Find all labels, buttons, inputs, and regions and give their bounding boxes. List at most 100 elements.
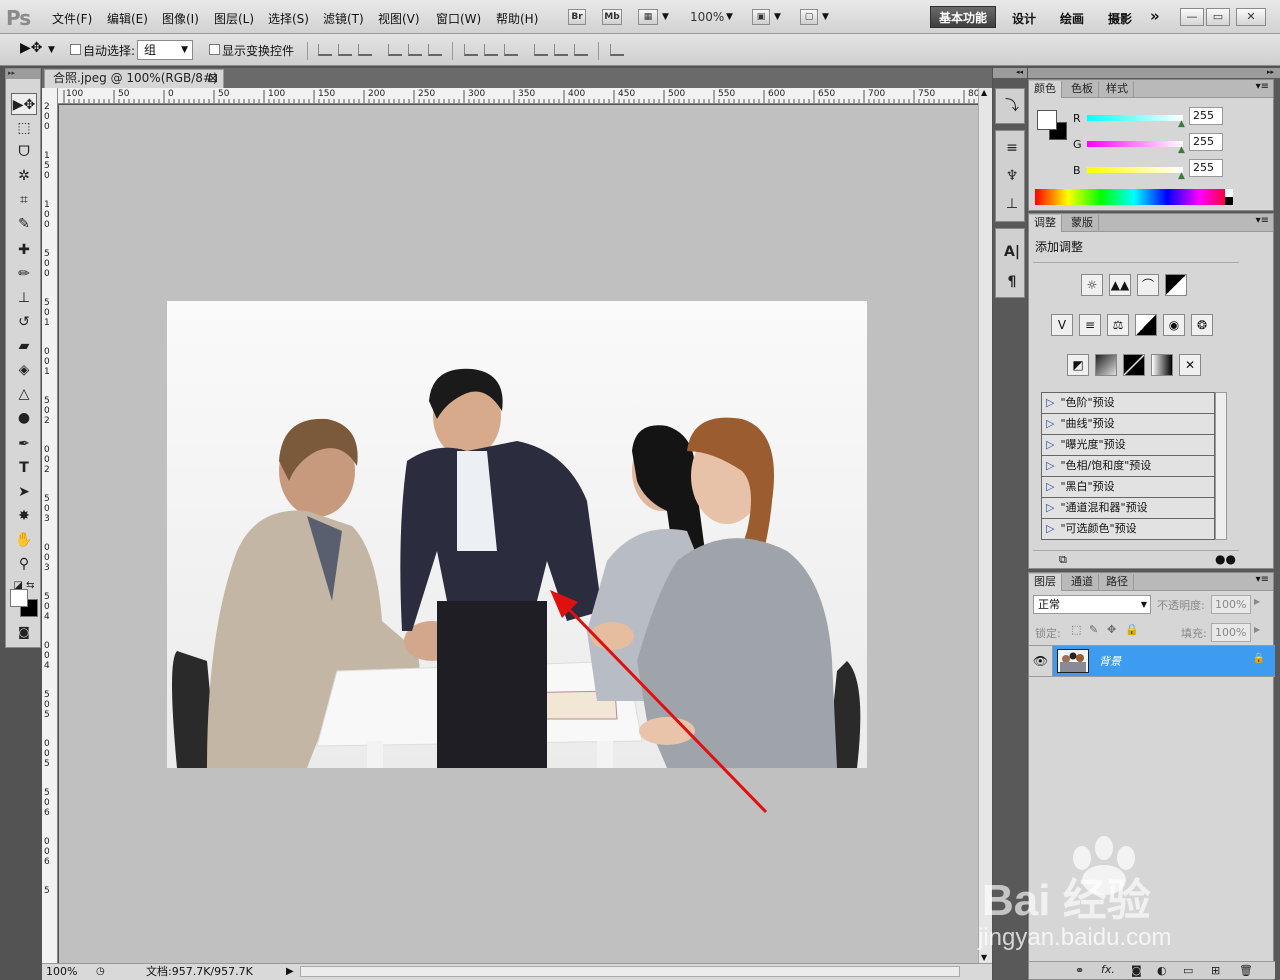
menu-help[interactable]: 帮助(H) (496, 10, 538, 27)
brush-icon[interactable]: ♆ (1003, 167, 1021, 185)
lock-pixels-icon[interactable]: ✎ (1089, 623, 1098, 636)
strip-collapse-icon[interactable]: ◂◂ (993, 68, 1027, 78)
status-info-icon[interactable]: ◷ (96, 964, 105, 979)
screen-mode-icon[interactable]: ▢ (800, 9, 818, 25)
r-value[interactable]: 255 (1189, 107, 1223, 125)
hand-tool-icon[interactable]: ✋ (11, 529, 37, 551)
more-workspaces-icon[interactable]: » (1150, 7, 1160, 25)
brush-tool-icon[interactable]: ✏ (11, 263, 37, 285)
curves-icon[interactable]: ⌒ (1137, 274, 1159, 296)
invert-icon[interactable]: ◩ (1067, 354, 1089, 376)
lock-transparent-icon[interactable]: ⬚ (1071, 623, 1081, 636)
tab-styles[interactable]: 样式 (1101, 81, 1134, 98)
preset-black-white[interactable]: ▷ "黑白"预设 (1041, 477, 1215, 498)
quick-mask-icon[interactable]: ◙ (11, 621, 37, 643)
preset-exposure[interactable]: ▷ "曝光度"预设 (1041, 435, 1215, 456)
tab-channels[interactable]: 通道 (1066, 574, 1099, 591)
arrange-icon[interactable]: ▣ (752, 9, 770, 25)
paragraph-icon[interactable]: ¶ (1003, 273, 1021, 291)
preset-channel-mixer[interactable]: ▷ "通道混和器"预设 (1041, 498, 1215, 519)
tab-layers[interactable]: 图层 (1029, 574, 1062, 591)
distribute-hcenter-icon[interactable] (554, 44, 568, 56)
preset-selective-color[interactable]: ▷ "可选颜色"预设 (1041, 519, 1215, 540)
b-slider-thumb-icon[interactable]: ▲ (1178, 171, 1185, 181)
align-right-icon[interactable] (428, 44, 442, 56)
fx-icon[interactable]: fx. (1101, 963, 1115, 976)
document-tab[interactable]: 合照.jpeg @ 100%(RGB/8#) ⊠ (44, 69, 224, 88)
eye-icon[interactable]: 👁 (1029, 646, 1053, 676)
new-layer-icon[interactable]: ⊞ (1211, 964, 1220, 977)
delete-layer-icon[interactable]: 🗑 (1239, 964, 1253, 977)
distribute-vcenter-icon[interactable] (484, 44, 498, 56)
panel-menu-icon[interactable]: ▾≡ (1256, 574, 1269, 585)
eraser-tool-icon[interactable]: ▰ (11, 335, 37, 357)
levels-icon[interactable]: ▲▲ (1109, 274, 1131, 296)
chevron-down-icon[interactable]: ▼ (774, 12, 781, 22)
menu-view[interactable]: 视图(V) (378, 10, 420, 27)
tab-adjustments[interactable]: 调整 (1029, 215, 1062, 232)
brush-presets-icon[interactable]: ≡ (1003, 139, 1021, 157)
color-spectrum-bar[interactable] (1035, 189, 1233, 205)
show-transform-checkbox[interactable] (209, 44, 220, 55)
photo-filter-icon[interactable]: ◉ (1163, 314, 1185, 336)
exposure-icon[interactable] (1165, 274, 1187, 296)
auto-align-icon[interactable] (610, 44, 624, 56)
align-hcenter-icon[interactable] (408, 44, 422, 56)
zoom-level[interactable]: 100% (690, 10, 724, 24)
tab-color[interactable]: 颜色 (1029, 81, 1062, 98)
move-tool-icon[interactable]: ▶✥ (11, 93, 37, 115)
menu-select[interactable]: 选择(S) (268, 10, 309, 27)
menu-window[interactable]: 窗口(W) (436, 10, 481, 27)
close-button[interactable]: ✕ (1236, 8, 1266, 26)
new-adjustment-layer-icon[interactable]: ◐ (1157, 964, 1167, 977)
fill-input[interactable]: 100% (1211, 623, 1251, 642)
tab-swatches[interactable]: 色板 (1066, 81, 1099, 98)
zoom-tool-icon[interactable]: ⚲ (11, 553, 37, 575)
preset-levels[interactable]: ▷ "色阶"预设 (1041, 393, 1215, 414)
scroll-down-icon[interactable]: ▼ (981, 953, 987, 962)
scroll-up-icon[interactable]: ▲ (981, 88, 987, 97)
threshold-icon[interactable] (1123, 354, 1145, 376)
opacity-input[interactable]: 100% (1211, 595, 1251, 614)
distribute-left-icon[interactable] (534, 44, 548, 56)
mini-bridge-button[interactable]: Mb (602, 9, 622, 25)
selective-color-icon[interactable]: ✕ (1179, 354, 1201, 376)
add-mask-icon[interactable]: ◙ (1131, 964, 1142, 977)
bridge-button[interactable]: Br (568, 9, 586, 25)
distribute-right-icon[interactable] (574, 44, 588, 56)
menu-filter[interactable]: 滤镜(T) (323, 10, 364, 27)
panel-dock-collapse-icon[interactable]: ▸▸ (1028, 68, 1280, 78)
dodge-tool-icon[interactable]: ● (11, 407, 37, 429)
g-slider[interactable] (1087, 141, 1183, 147)
lock-all-icon[interactable]: 🔒 (1125, 623, 1139, 636)
clone-source-icon[interactable]: ⊥ (1003, 195, 1021, 213)
lock-position-icon[interactable]: ✥ (1107, 623, 1116, 636)
history-brush-tool-icon[interactable]: ↺ (11, 311, 37, 333)
align-left-icon[interactable] (388, 44, 402, 56)
black-white-icon[interactable] (1135, 314, 1157, 336)
blur-tool-icon[interactable]: △ (11, 383, 37, 405)
restore-button[interactable]: ▭ (1206, 8, 1230, 26)
distribute-bottom-icon[interactable] (504, 44, 518, 56)
chevron-down-icon[interactable]: ▼ (726, 12, 733, 22)
hue-saturation-icon[interactable]: ≡ (1079, 314, 1101, 336)
chevron-down-icon[interactable]: ▼ (822, 12, 829, 22)
close-icon[interactable]: ⊠ (208, 70, 218, 87)
brightness-contrast-icon[interactable]: ☼ (1081, 274, 1103, 296)
auto-select-dropdown[interactable]: 组 ▼ (137, 40, 193, 60)
tab-paths[interactable]: 路径 (1101, 574, 1134, 591)
channel-mixer-icon[interactable]: ❂ (1191, 314, 1213, 336)
extras-icon[interactable]: ▦ (638, 9, 658, 25)
b-value[interactable]: 255 (1189, 159, 1223, 177)
menu-image[interactable]: 图像(I) (162, 10, 199, 27)
healing-brush-tool-icon[interactable]: ✚ (11, 239, 37, 261)
distribute-top-icon[interactable] (464, 44, 478, 56)
align-bottom-icon[interactable] (358, 44, 372, 56)
status-menu-arrow-icon[interactable]: ▶ (286, 964, 294, 979)
color-balance-icon[interactable]: ⚖ (1107, 314, 1129, 336)
vibrance-icon[interactable]: V (1051, 314, 1073, 336)
g-value[interactable]: 255 (1189, 133, 1223, 151)
r-slider[interactable] (1087, 115, 1183, 121)
blend-mode-select[interactable]: 正常 ▼ (1033, 595, 1151, 614)
clip-layer-icon[interactable]: ●● (1215, 552, 1236, 566)
